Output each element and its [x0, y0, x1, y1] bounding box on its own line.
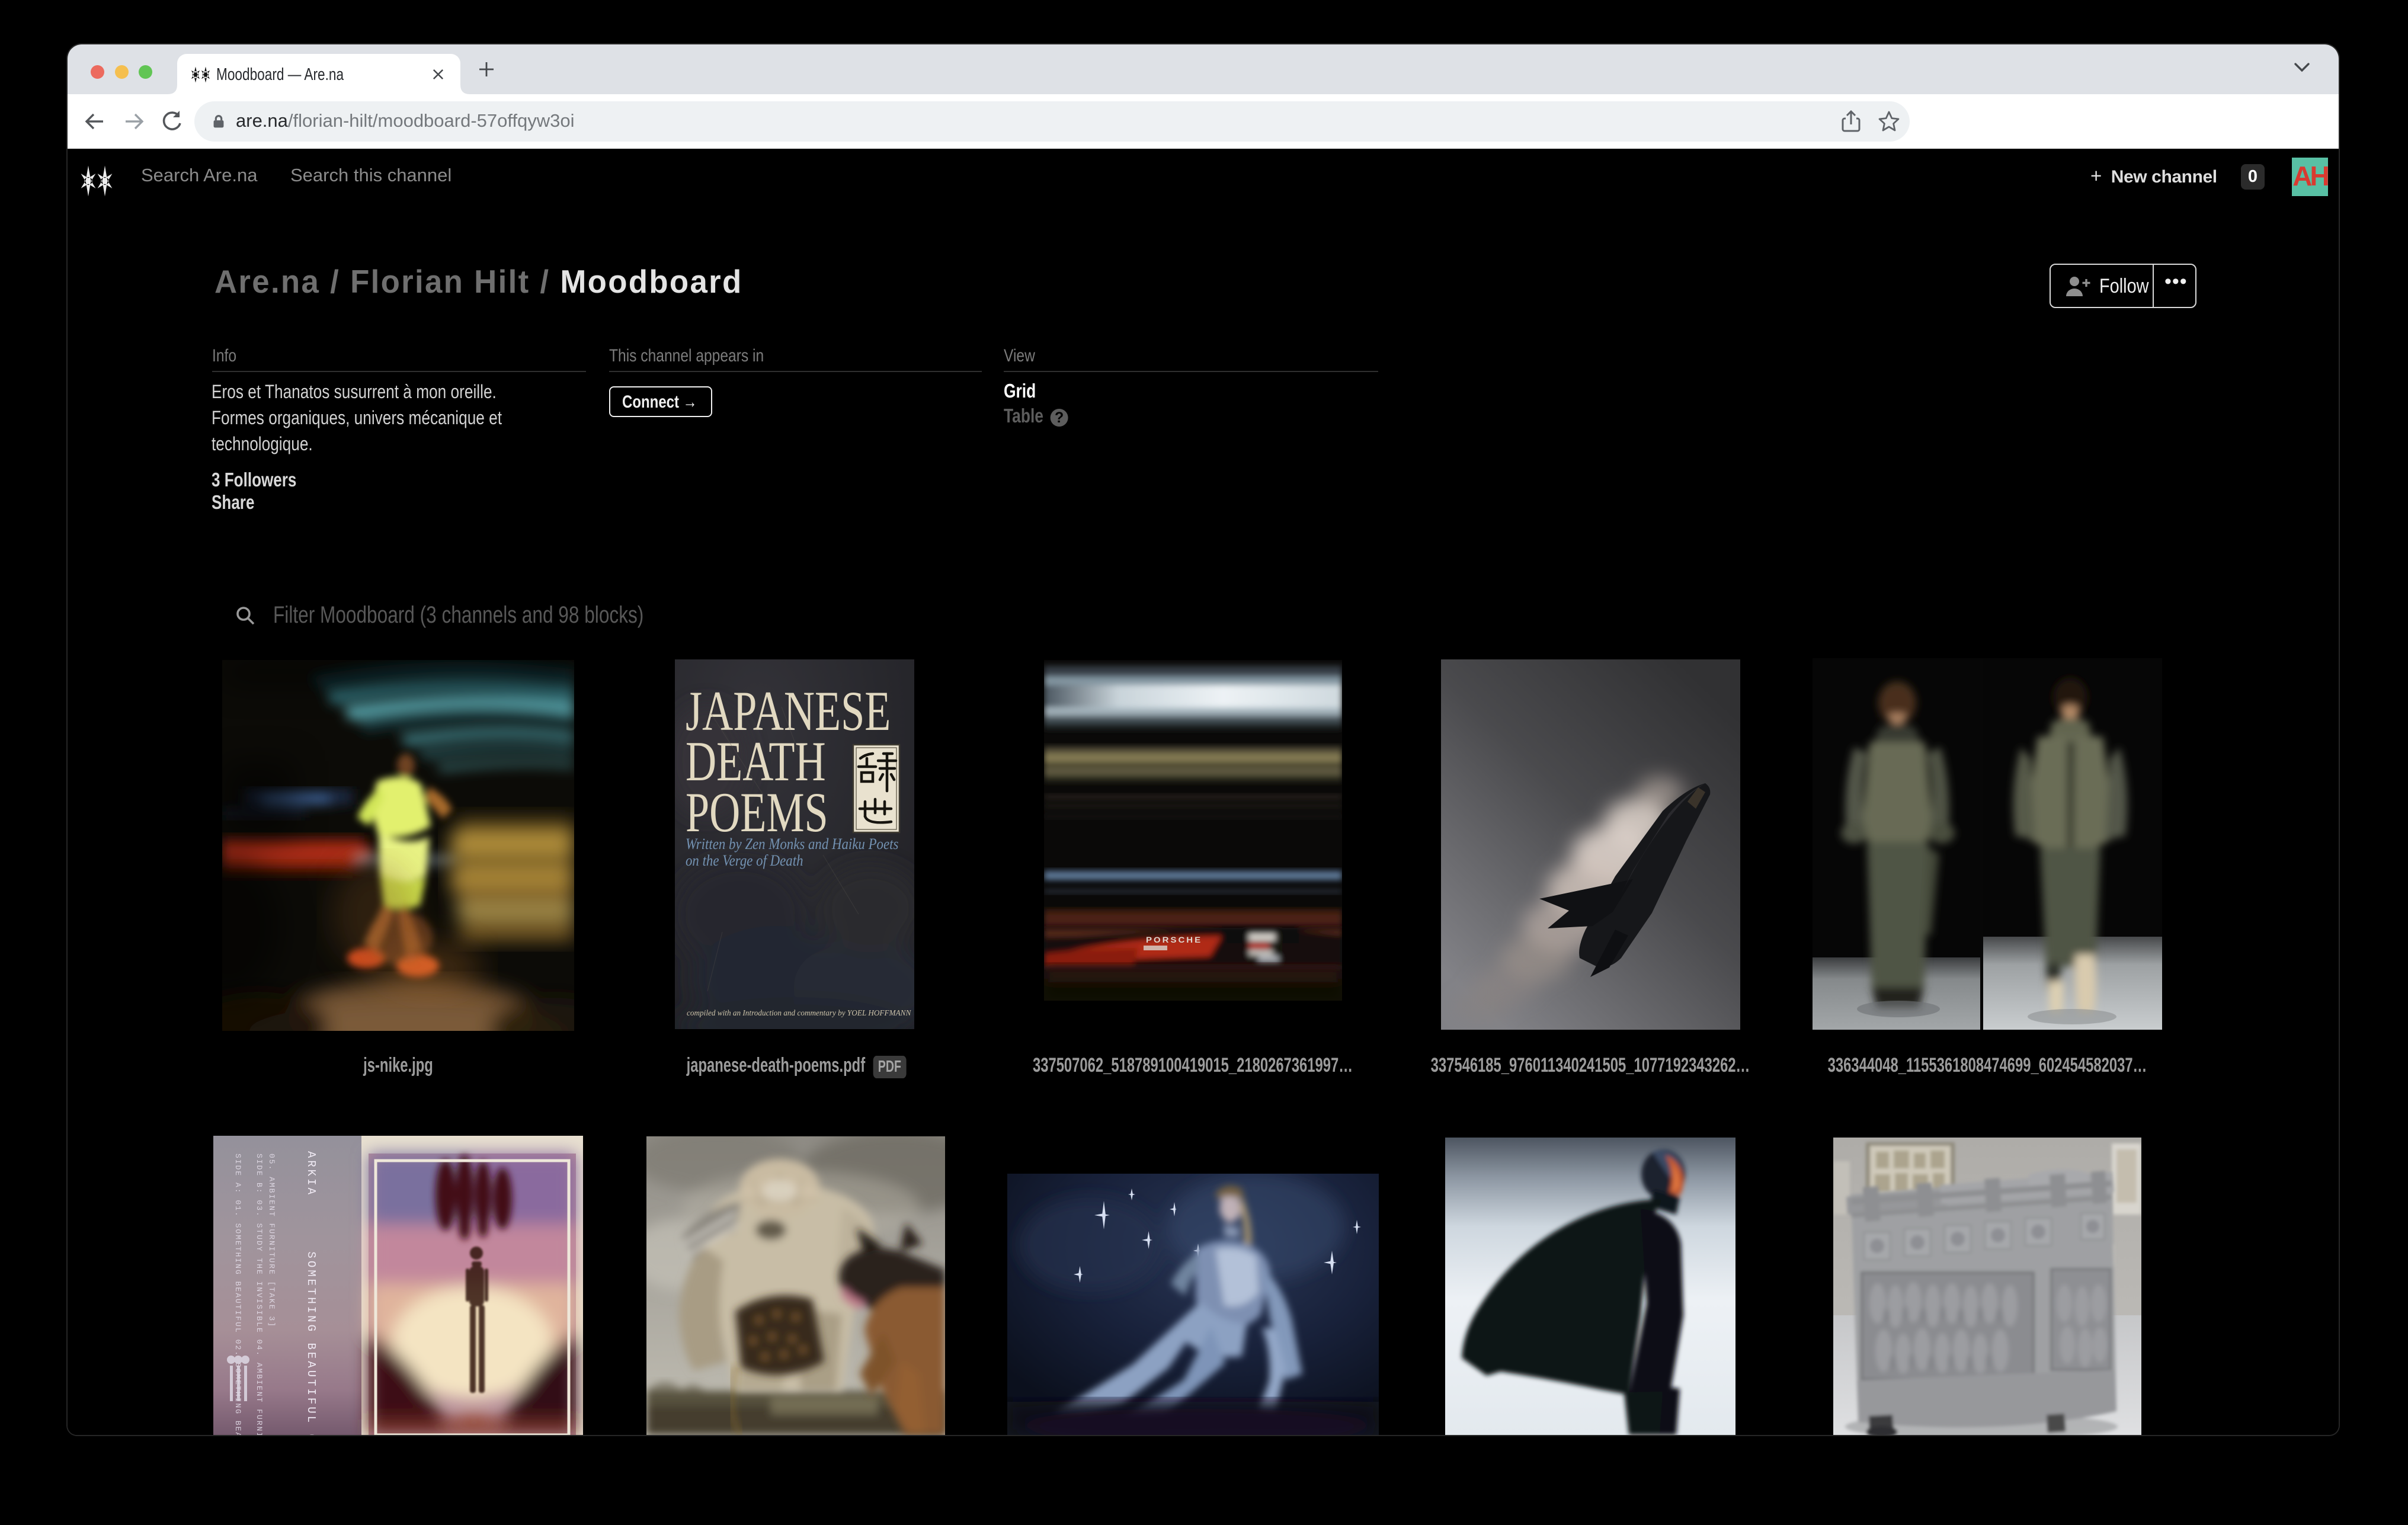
svg-text:Written by Zen Monks and Haiku: Written by Zen Monks and Haiku Poets	[686, 836, 898, 853]
svg-text:on the Verge of Death: on the Verge of Death	[686, 853, 803, 870]
svg-text:SIDE B: 03. STUDY THE INVISIB: SIDE B: 03. STUDY THE INVISIBLE 04. AMBI…	[255, 1154, 264, 1435]
svg-text:05. AMBIENT FURNITURE [TAKE 3]: 05. AMBIENT FURNITURE [TAKE 3]	[267, 1154, 276, 1328]
svg-text:compiled with an Introduction: compiled with an Introduction and commen…	[687, 1008, 911, 1017]
svg-text:PORSCHE: PORSCHE	[1146, 936, 1202, 945]
svg-text:POEMS: POEMS	[686, 782, 828, 844]
svg-text:ARKIA SOMETHING BEAUTIFUL: ARKIA SOMETHING BEAUTIFUL OUT OF NOTHI	[305, 1151, 318, 1435]
